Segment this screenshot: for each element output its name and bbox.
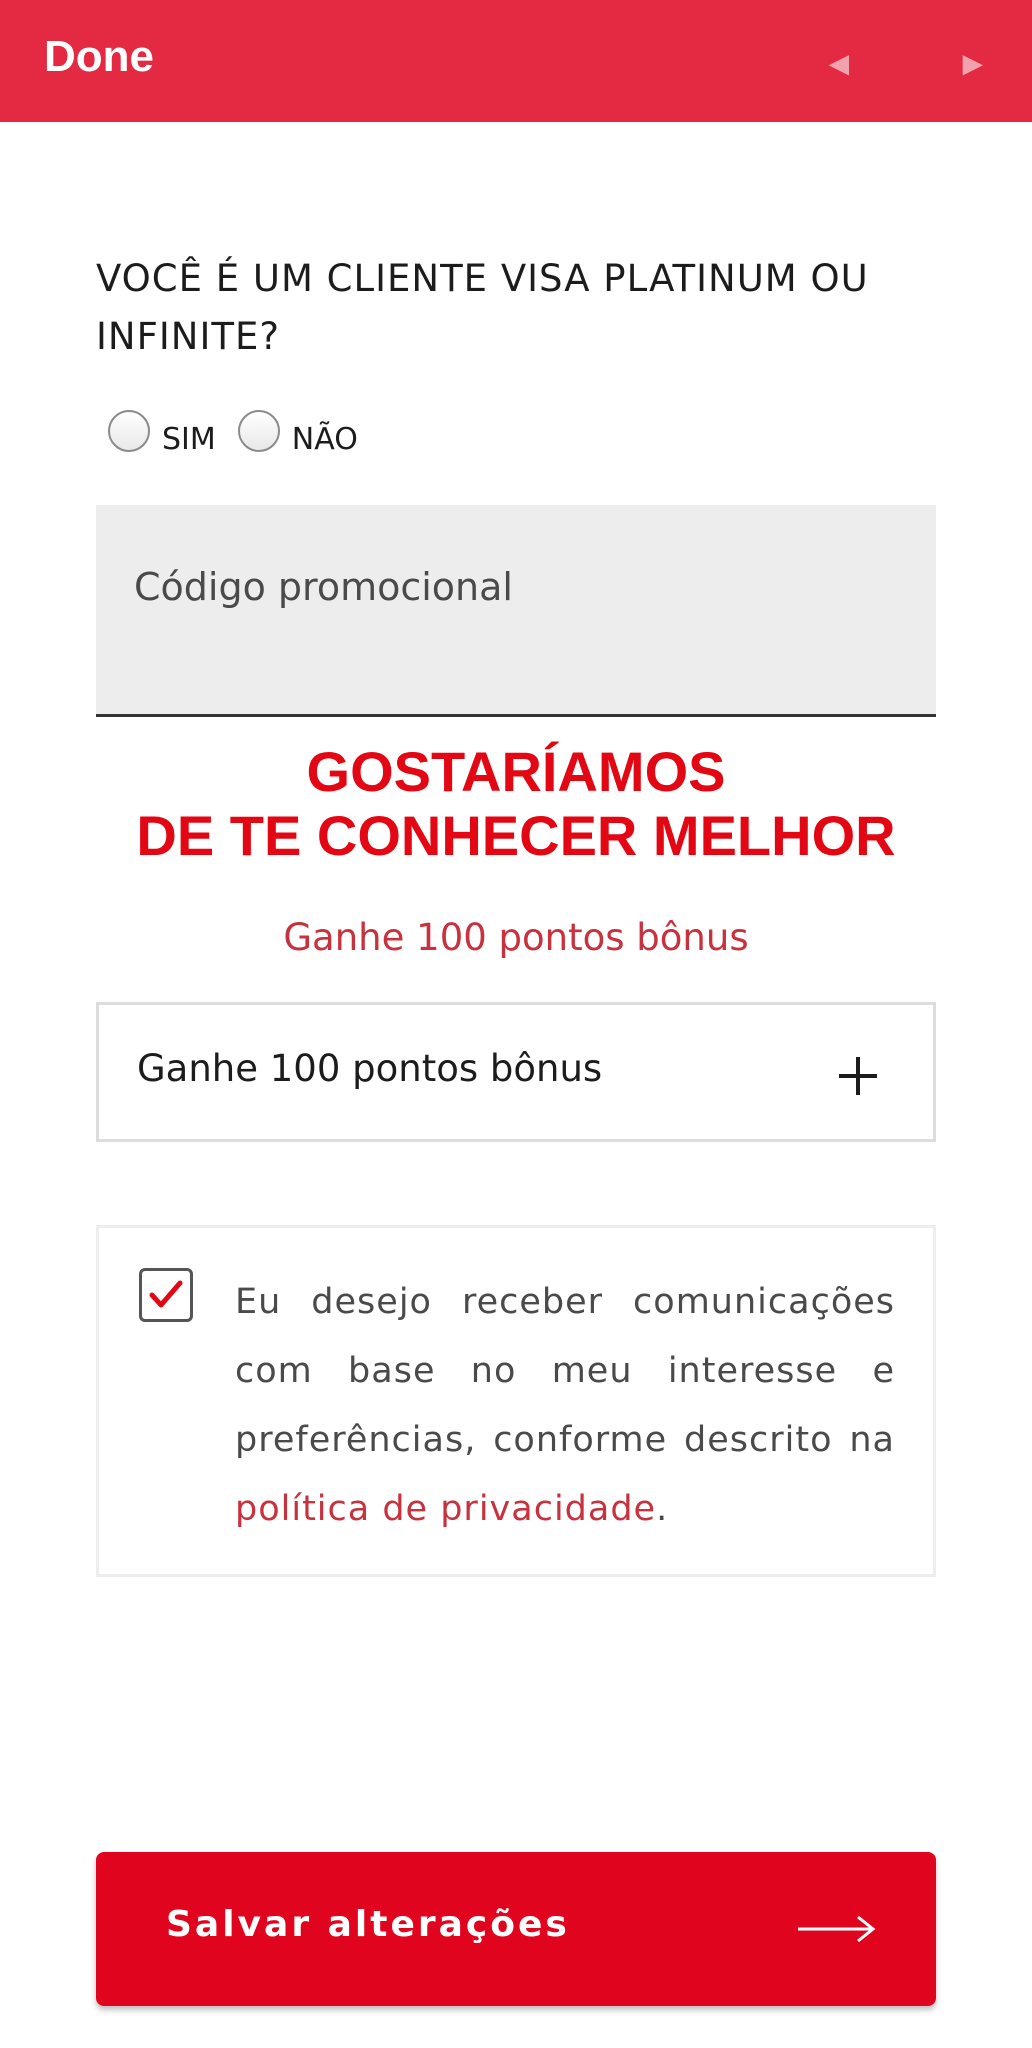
consent-checkbox[interactable] [139, 1268, 193, 1322]
promo-code-placeholder: Código promocional [134, 565, 513, 609]
checkmark-icon [149, 1280, 183, 1308]
radio-option-nao[interactable]: NÃO [237, 406, 358, 457]
section-heading: GOSTARÍAMOS DE TE CONHECER MELHOR [0, 740, 1032, 868]
radio-option-sim[interactable]: SIM [108, 406, 216, 457]
radio-button-sim[interactable] [108, 410, 150, 452]
consent-text: Eu desejo receber comunicações com base … [235, 1268, 895, 1544]
visa-question-line-2: INFINITE? [96, 315, 280, 358]
consent-text-body: Eu desejo receber comunicações com base … [235, 1282, 895, 1460]
previous-arrow-icon[interactable]: ◄ [822, 44, 856, 84]
visa-radio-group: SIM NÃO [108, 406, 380, 457]
visa-question: VOCÊ É UM CLIENTE VISA PLATINUM OU INFIN… [96, 250, 956, 366]
bonus-accordion[interactable]: Ganhe 100 pontos bônus [96, 1002, 936, 1142]
section-subheading: Ganhe 100 pontos bônus [283, 916, 749, 959]
bonus-accordion-label: Ganhe 100 pontos bônus [137, 1047, 603, 1090]
arrow-right-icon [798, 1915, 876, 1943]
next-arrow-icon[interactable]: ► [956, 44, 990, 84]
section-heading-line-2: DE TE CONHECER MELHOR [136, 804, 896, 867]
privacy-policy-link[interactable]: política de privacidade [235, 1489, 656, 1529]
radio-label-sim: SIM [162, 421, 216, 457]
done-button[interactable]: Done [44, 32, 154, 82]
visa-question-line-1: VOCÊ É UM CLIENTE VISA PLATINUM OU [96, 257, 869, 300]
radio-button-nao[interactable] [237, 410, 280, 452]
plus-icon[interactable] [839, 1057, 877, 1095]
consent-text-end: . [656, 1489, 669, 1529]
radio-label-nao: NÃO [291, 421, 358, 457]
top-toolbar: Done ◄ ► [0, 0, 1032, 122]
save-changes-button[interactable]: Salvar alterações [96, 1852, 936, 2006]
save-changes-label: Salvar alterações [166, 1904, 570, 1945]
consent-box: Eu desejo receber comunicações com base … [96, 1225, 936, 1577]
promo-code-input[interactable]: Código promocional [96, 505, 936, 717]
section-heading-line-1: GOSTARÍAMOS [306, 740, 726, 803]
